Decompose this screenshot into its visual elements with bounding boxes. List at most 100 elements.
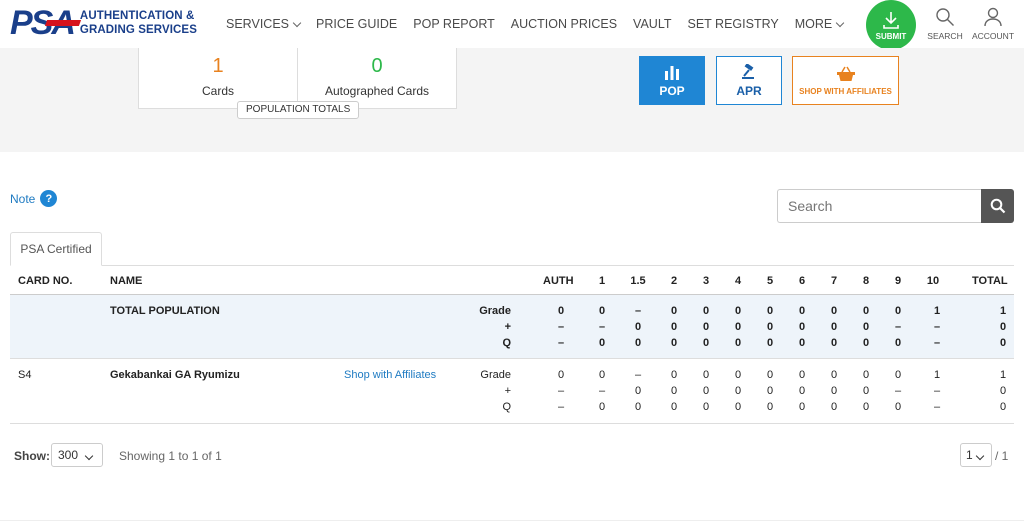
count-total-plus: 0 xyxy=(999,385,1007,397)
count-g3-plus: 0 xyxy=(702,321,710,333)
submit-button[interactable]: SUBMIT xyxy=(866,0,916,50)
col-auth[interactable]: AUTH xyxy=(543,275,574,287)
page-value: 1 xyxy=(966,448,973,462)
basket-icon xyxy=(836,66,855,81)
count-g10-grade: 1 xyxy=(933,305,941,317)
count-g2-grade: 0 xyxy=(670,369,678,381)
col-grade-6[interactable]: 6 xyxy=(792,275,812,287)
count-g10-q: – xyxy=(933,401,941,413)
tab-psa-certified[interactable]: PSA Certified xyxy=(10,232,102,266)
page-select[interactable]: 1 xyxy=(960,443,992,467)
count-g4-grade: 0 xyxy=(734,305,742,317)
count-g10-q: – xyxy=(933,337,941,349)
count-g6-plus: 0 xyxy=(798,385,806,397)
count-auth-plus: – xyxy=(557,321,565,333)
nav-services[interactable]: SERVICES xyxy=(226,17,302,31)
shop-affiliates-button[interactable]: SHOP WITH AFFILIATES xyxy=(792,56,899,105)
col-grade-8[interactable]: 8 xyxy=(856,275,876,287)
bottom-divider xyxy=(0,520,1024,521)
nav-pop-report[interactable]: POP REPORT xyxy=(413,17,495,31)
count-g1-5-plus: 0 xyxy=(634,321,642,333)
show-label: Show: xyxy=(14,449,50,463)
count-g4-q: 0 xyxy=(734,337,742,349)
search-input[interactable] xyxy=(777,189,982,223)
header-search-button[interactable]: SEARCH xyxy=(920,7,970,41)
count-g6-plus: 0 xyxy=(798,321,806,333)
note-link[interactable]: Note ? xyxy=(10,190,58,207)
gavel-icon xyxy=(742,63,754,79)
col-grade-7[interactable]: 7 xyxy=(824,275,844,287)
count-g5-grade: 0 xyxy=(766,369,774,381)
count-g7-plus: 0 xyxy=(830,321,838,333)
count-g4-plus: 0 xyxy=(734,385,742,397)
col-grade-9[interactable]: 9 xyxy=(888,275,908,287)
nav-vault-label: VAULT xyxy=(633,17,672,31)
count-g3-grade: 0 xyxy=(702,305,710,317)
count-g2-q: 0 xyxy=(670,337,678,349)
col-total[interactable]: TOTAL xyxy=(972,275,1008,287)
col-grade-10[interactable]: 10 xyxy=(923,275,943,287)
nav-set-registry-label: SET REGISTRY xyxy=(687,17,779,31)
count-g8-q: 0 xyxy=(862,401,870,413)
logo-line-2: GRADING SERVICES xyxy=(79,24,197,36)
pop-label: POP xyxy=(659,83,685,98)
shop-affiliates-label: SHOP WITH AFFILIATES xyxy=(799,86,892,96)
count-g4-grade: 0 xyxy=(734,369,742,381)
count-g10-plus: – xyxy=(933,321,941,333)
count-g3-q: 0 xyxy=(702,337,710,349)
nav-set-registry[interactable]: SET REGISTRY xyxy=(687,17,778,31)
count-total-q: 0 xyxy=(999,337,1007,349)
col-grade-2[interactable]: 2 xyxy=(664,275,684,287)
count-g1-q: 0 xyxy=(598,401,606,413)
count-g8-grade: 0 xyxy=(862,305,870,317)
nav-auction-prices[interactable]: AUCTION PRICES xyxy=(511,17,617,31)
count-g1-5-plus: 0 xyxy=(634,385,642,397)
col-grade-5[interactable]: 5 xyxy=(760,275,780,287)
col-grade-4[interactable]: 4 xyxy=(728,275,748,287)
count-g1-plus: – xyxy=(598,385,606,397)
col-grade-1-5[interactable]: 1.5 xyxy=(628,275,648,287)
count-total-plus: 0 xyxy=(999,321,1007,333)
note-label: Note xyxy=(10,191,36,206)
account-button[interactable]: ACCOUNT xyxy=(968,7,1018,41)
psa-logo[interactable]: PSA AUTHENTICATION & GRADING SERVICES xyxy=(10,6,197,40)
chevron-down-icon xyxy=(975,451,984,461)
count-total-q: 0 xyxy=(999,401,1007,413)
nav-price-guide[interactable]: PRICE GUIDE xyxy=(316,17,397,31)
count-g3-q: 0 xyxy=(702,401,710,413)
count-g2-grade: 0 xyxy=(670,305,678,317)
autographed-count: 0 xyxy=(371,55,383,77)
pop-button[interactable]: POP xyxy=(639,56,705,105)
row-label-q: Q xyxy=(502,337,511,349)
page-size-select[interactable]: 300 xyxy=(51,443,103,467)
col-grade-3[interactable]: 3 xyxy=(696,275,716,287)
nav-vault[interactable]: VAULT xyxy=(633,17,671,31)
row-label-plus: + xyxy=(504,321,511,333)
showing-count: Showing 1 to 1 of 1 xyxy=(119,449,222,463)
autographed-label: Autographed Cards xyxy=(324,84,430,98)
total-population-row: TOTAL POPULATION Grade 0 0–0 0 0 0 0 0 0 0 1 1 + – –0 0… xyxy=(10,295,1014,359)
count-g3-grade: 0 xyxy=(702,369,710,381)
col-card-no[interactable]: CARD NO. xyxy=(18,275,72,287)
nav-price-guide-label: PRICE GUIDE xyxy=(316,17,398,31)
download-icon xyxy=(883,11,899,29)
count-g5-q: 0 xyxy=(766,401,774,413)
count-auth-grade: 0 xyxy=(557,305,565,317)
header-search-label: SEARCH xyxy=(927,31,963,41)
logo-mark: PSA xyxy=(10,6,82,40)
cards-stat: 1 Cards xyxy=(138,48,298,109)
apr-button[interactable]: APR xyxy=(716,56,782,105)
count-g9-grade: 0 xyxy=(894,305,902,317)
page-size-value: 300 xyxy=(58,448,79,462)
search-submit-button[interactable] xyxy=(981,189,1014,223)
col-name[interactable]: NAME xyxy=(110,275,142,287)
count-g9-q: 0 xyxy=(894,337,902,349)
count-g1-plus: – xyxy=(598,321,606,333)
page-total: / 1 xyxy=(995,449,1009,463)
count-g7-grade: 0 xyxy=(830,369,838,381)
nav-more[interactable]: MORE xyxy=(795,17,845,31)
count-g1-5-grade: – xyxy=(634,305,642,317)
row-label-grade: Grade xyxy=(480,369,511,381)
col-grade-1[interactable]: 1 xyxy=(592,275,612,287)
count-g5-grade: 0 xyxy=(766,305,774,317)
